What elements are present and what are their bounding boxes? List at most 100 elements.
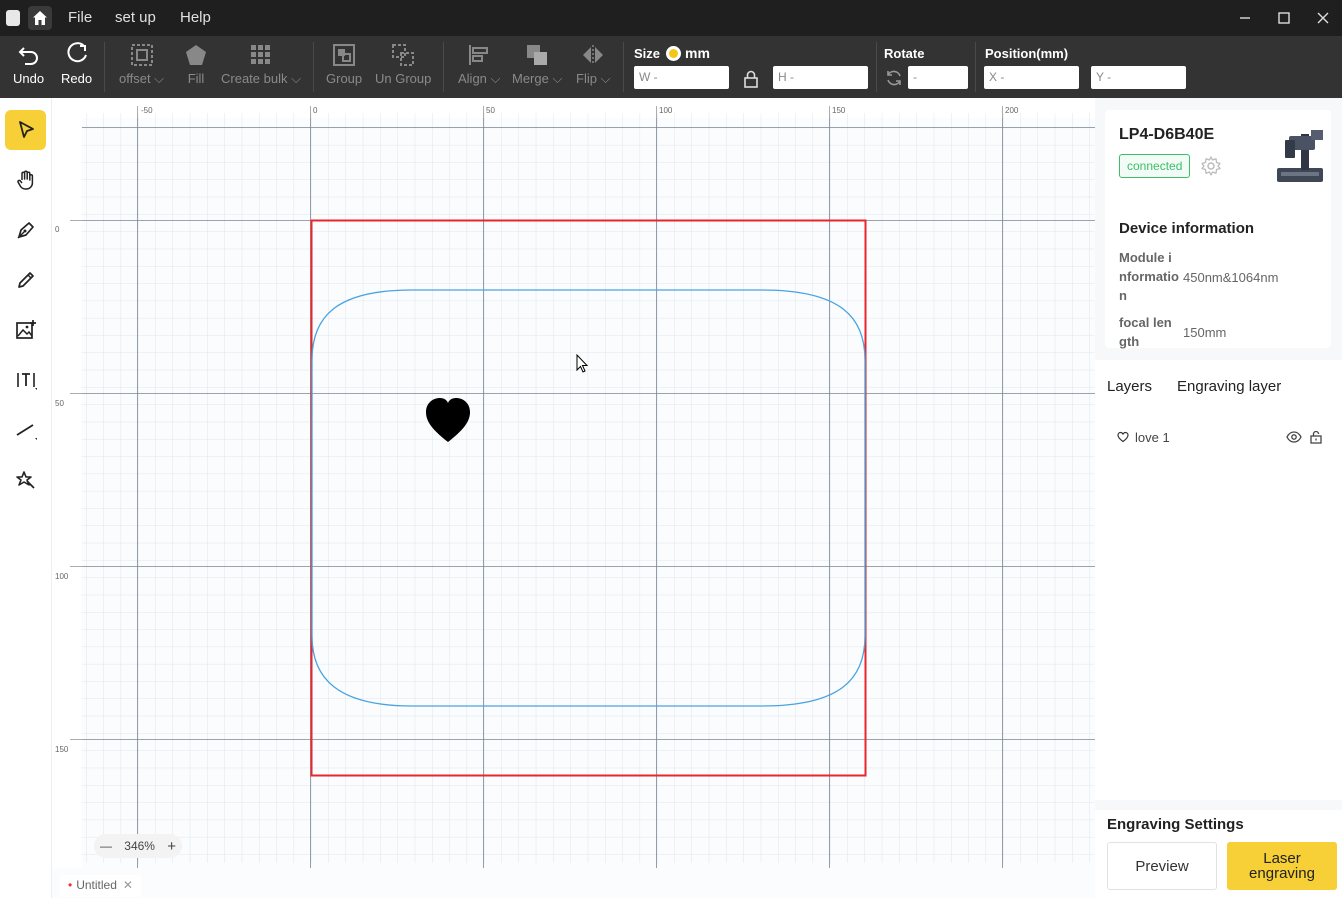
engraving-settings: Engraving Settings Preview Laser engravi… (1095, 810, 1342, 898)
right-panel: LP4-D6B40E connected Device information … (1095, 98, 1342, 898)
toolbar-divider (623, 42, 624, 92)
close-icon (1317, 12, 1329, 24)
pencil-tool[interactable] (5, 260, 46, 300)
pencil-icon (17, 272, 34, 288)
width-input[interactable]: W - (634, 66, 729, 89)
toolbar: Undo Redo offset ⌵ Fill Create bulk ⌵ Gr… (0, 36, 1342, 98)
ruler-x-label: 200 (1005, 106, 1019, 115)
pen-nib-icon (16, 222, 34, 239)
position-x-input[interactable]: X - (984, 66, 1079, 89)
ruler-y-label: 100 (55, 572, 69, 581)
design-canvas[interactable]: -50 0 50 100 150 200 0 50 100 150 — 346%… (52, 98, 1095, 868)
magic-tool[interactable] (5, 460, 46, 500)
text-icon (16, 373, 37, 390)
ruler-y-label: 50 (55, 399, 64, 408)
title-bar: File set up Help (0, 0, 1342, 36)
magic-wand-icon (15, 471, 35, 489)
document-tab[interactable]: • Untitled ✕ (60, 875, 141, 897)
pen-tool[interactable] (5, 210, 46, 250)
create-bulk-dropdown[interactable]: Create bulk ⌵ (221, 42, 301, 87)
line-tool[interactable] (5, 410, 46, 450)
fill-icon (186, 45, 206, 65)
undo-button[interactable]: Undo (13, 42, 44, 86)
merge-icon (527, 45, 548, 65)
minimize-button[interactable] (1235, 8, 1255, 28)
close-tab-icon[interactable]: ✕ (123, 878, 133, 892)
mouse-cursor-icon (576, 354, 589, 373)
layer-item[interactable]: love 1 (1117, 426, 1323, 448)
height-input[interactable]: H - (773, 66, 868, 89)
ruler-y-label: 0 (55, 225, 60, 234)
app-logo-icon (6, 10, 20, 26)
ruler-x-label: 100 (659, 106, 673, 115)
heart-outline-icon (1117, 431, 1129, 443)
close-button[interactable] (1313, 8, 1333, 28)
flip-label: Flip ⌵ (576, 71, 611, 86)
layer-panel: Layers Engraving layer love 1 (1095, 360, 1342, 800)
focal-length-key: focal length (1119, 315, 1172, 349)
home-button[interactable] (28, 6, 52, 30)
fill-label: Fill (187, 71, 205, 86)
minimize-icon (1240, 17, 1250, 19)
redo-label: Redo (61, 71, 93, 86)
unit-toggle[interactable] (666, 46, 681, 61)
device-info-title: Device information (1119, 220, 1255, 237)
unlock-icon[interactable] (1309, 430, 1323, 444)
module-info-key: Module information (1119, 250, 1179, 303)
position-label: Position(mm) (985, 46, 1069, 61)
menu-setup[interactable]: set up (115, 9, 156, 26)
position-y-input[interactable]: Y - (1091, 66, 1186, 89)
image-tool[interactable] (5, 310, 46, 350)
zoom-control: — 346% + (94, 834, 182, 858)
zoom-in-button[interactable]: + (167, 838, 176, 855)
layer-name: love 1 (1135, 429, 1170, 445)
align-dropdown[interactable]: Align ⌵ (458, 42, 500, 87)
grid-array-icon (250, 45, 270, 64)
offset-dropdown[interactable]: offset ⌵ (119, 42, 164, 87)
size-unit: mm (685, 45, 710, 61)
pan-tool[interactable] (5, 160, 46, 200)
laser-engraving-button[interactable]: Laser engraving (1227, 842, 1337, 890)
ruler-x-label: 0 (313, 106, 318, 115)
menu-help[interactable]: Help (180, 9, 211, 26)
flip-dropdown[interactable]: Flip ⌵ (576, 42, 610, 87)
preview-button[interactable]: Preview (1107, 842, 1217, 890)
group-button[interactable]: Group (326, 42, 362, 86)
ruler-x-label: 150 (832, 106, 846, 115)
lock-ratio-icon[interactable] (742, 70, 760, 88)
module-info-value: 450nm&1064nm (1183, 270, 1279, 285)
ungroup-button[interactable]: Un Group (375, 42, 431, 86)
device-settings-gear-icon[interactable] (1201, 156, 1221, 176)
zoom-level: 346% (124, 839, 155, 853)
group-icon (333, 44, 356, 66)
redo-button[interactable]: Redo (61, 42, 92, 86)
group-label: Group (326, 71, 363, 86)
canvas-grid: -50 0 50 100 150 200 0 50 100 150 (52, 98, 1095, 868)
toolbar-divider (104, 42, 105, 92)
ruler-y-label: 150 (55, 745, 69, 754)
fill-button[interactable]: Fill (183, 42, 209, 86)
toolbar-divider (443, 42, 444, 92)
maximize-icon (1278, 12, 1290, 24)
menu-file[interactable]: File (68, 9, 92, 26)
select-tool[interactable] (5, 110, 46, 150)
align-icon (469, 45, 489, 65)
zoom-out-button[interactable]: — (100, 839, 112, 853)
toolbar-divider (975, 42, 976, 92)
tool-rail (0, 98, 52, 898)
maximize-button[interactable] (1274, 8, 1294, 28)
home-icon (33, 11, 47, 25)
ruler-x-label: 50 (486, 106, 495, 115)
tab-layers[interactable]: Layers (1107, 378, 1152, 395)
unsaved-dot-icon: • (68, 878, 73, 892)
offset-icon (130, 44, 153, 66)
ungroup-label: Un Group (375, 71, 432, 86)
redo-icon (67, 42, 87, 63)
undo-label: Undo (13, 71, 45, 86)
rotate-input[interactable]: - (908, 66, 968, 89)
ruler-x-label: -50 (141, 106, 153, 115)
eye-visibility-icon[interactable] (1286, 431, 1302, 443)
text-tool[interactable] (5, 360, 46, 400)
merge-dropdown[interactable]: Merge ⌵ (512, 42, 562, 87)
tab-engraving-layer[interactable]: Engraving layer (1177, 378, 1281, 395)
